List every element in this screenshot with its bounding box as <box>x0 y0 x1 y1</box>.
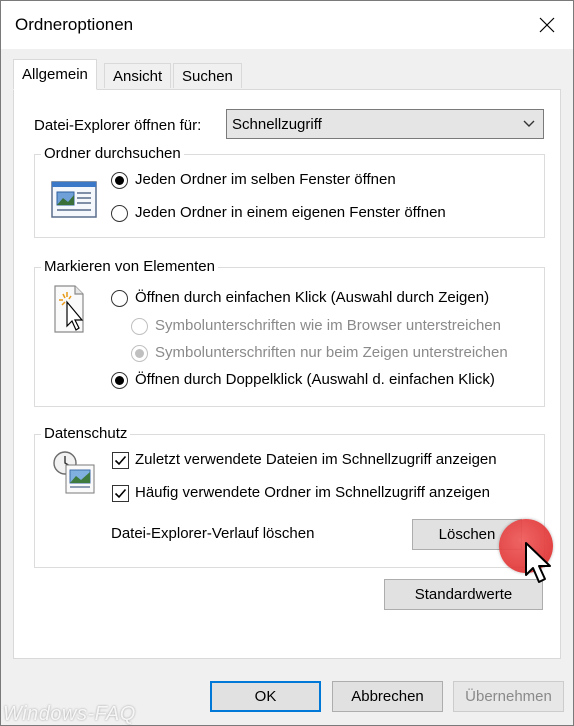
clear-history-label: Datei-Explorer-Verlauf löschen <box>111 525 315 542</box>
checkbox-frequent-folders[interactable] <box>112 485 129 502</box>
checkmark-icon <box>114 488 127 499</box>
radio-underline-browser[interactable] <box>131 318 148 335</box>
checkmark-icon <box>114 455 127 466</box>
radio-single-click-label: Öffnen durch einfachen Klick (Auswahl du… <box>135 289 490 306</box>
close-icon <box>539 17 555 33</box>
group-browse-folders: Ordner durchsuchen Jeden Ordner im selbe… <box>34 145 545 238</box>
radio-same-window-label: Jeden Ordner im selben Fenster öffnen <box>135 171 396 188</box>
tab-panel-general: Datei-Explorer öffnen für: Schnellzugrif… <box>13 89 561 659</box>
explorer-open-dropdown[interactable]: Schnellzugriff <box>226 109 544 139</box>
chevron-down-icon <box>523 120 535 127</box>
ok-button[interactable]: OK <box>210 681 321 712</box>
radio-single-click[interactable] <box>111 290 128 307</box>
apply-button[interactable]: Übernehmen <box>453 681 564 712</box>
mouse-cursor-icon <box>525 542 551 583</box>
group-click-items: Markieren von Elementen Öffnen durch ein… <box>34 258 545 407</box>
checkbox-recent-files[interactable] <box>112 452 129 469</box>
title-bar: Ordneroptionen <box>1 1 573 49</box>
folder-options-dialog: Ordneroptionen Allgemein Ansicht Suchen … <box>0 0 574 726</box>
group-click-items-title: Markieren von Elementen <box>41 258 218 275</box>
radio-underline-hover-label: Symbolunterschriften nur beim Zeigen unt… <box>155 344 508 361</box>
radio-underline-hover[interactable] <box>131 345 148 362</box>
radio-double-click[interactable] <box>111 372 128 389</box>
explorer-open-value: Schnellzugriff <box>232 116 322 133</box>
group-privacy: Datenschutz Zuletzt verwendete Dateien i… <box>34 425 545 568</box>
folder-window-icon <box>51 181 97 218</box>
radio-new-window[interactable] <box>111 205 128 222</box>
watermark: Windows-FAQ <box>3 703 136 725</box>
explorer-open-label: Datei-Explorer öffnen für: <box>34 117 202 134</box>
checkbox-frequent-folders-label: Häufig verwendete Ordner im Schnellzugri… <box>135 484 490 501</box>
checkbox-recent-files-label: Zuletzt verwendete Dateien im Schnellzug… <box>135 451 497 468</box>
radio-new-window-label: Jeden Ordner in einem eigenen Fenster öf… <box>135 204 446 221</box>
radio-same-window[interactable] <box>111 172 128 189</box>
tab-allgemein[interactable]: Allgemein <box>13 59 97 90</box>
tab-suchen[interactable]: Suchen <box>173 63 242 88</box>
recent-files-icon <box>53 451 95 494</box>
radio-underline-browser-label: Symbolunterschriften wie im Browser unte… <box>155 317 501 334</box>
cancel-button[interactable]: Abbrechen <box>332 681 443 712</box>
radio-double-click-label: Öffnen durch Doppelklick (Auswahl d. ein… <box>135 371 495 388</box>
single-click-icon <box>54 285 84 333</box>
group-privacy-title: Datenschutz <box>41 425 131 442</box>
tab-ansicht[interactable]: Ansicht <box>104 63 172 88</box>
close-button[interactable] <box>531 9 563 41</box>
window-title: Ordneroptionen <box>15 15 134 34</box>
group-browse-folders-title: Ordner durchsuchen <box>41 145 184 162</box>
restore-defaults-button[interactable]: Standardwerte <box>384 579 543 610</box>
